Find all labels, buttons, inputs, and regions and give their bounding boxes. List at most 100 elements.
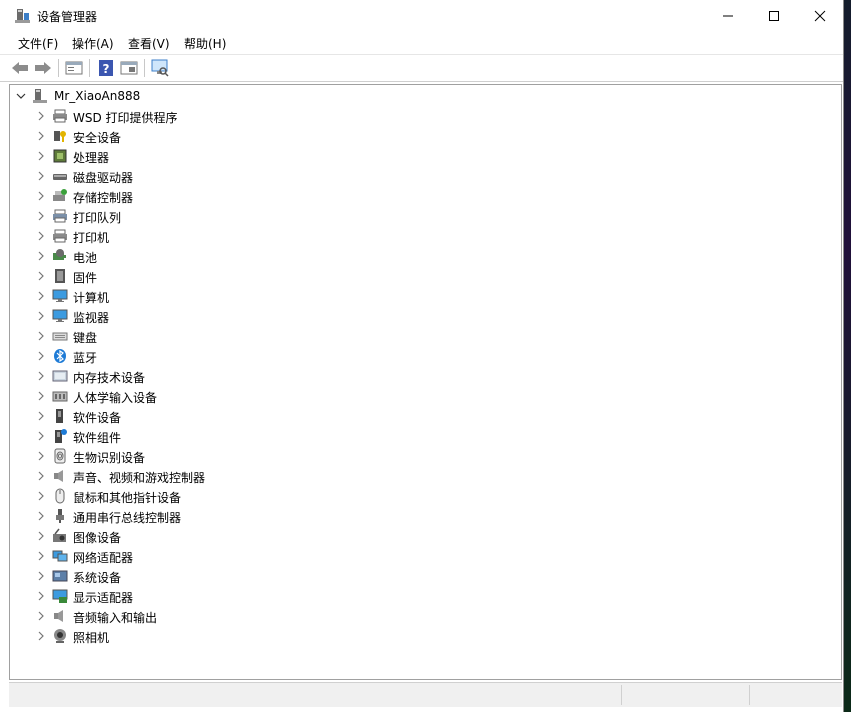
software-device-icon (56, 409, 63, 423)
chevron-right-icon[interactable] (35, 550, 47, 562)
chevron-right-icon[interactable] (35, 350, 47, 362)
processor-icon (53, 149, 67, 163)
chevron-right-icon[interactable] (35, 130, 47, 142)
chevron-right-icon[interactable] (35, 570, 47, 582)
tree-node-imaging-device[interactable]: 图像设备 (10, 526, 841, 546)
tree-node-label: 鼠标和其他指针设备 (73, 491, 182, 505)
back-arrow-icon (12, 62, 28, 74)
help-button[interactable]: ? (96, 58, 116, 78)
chevron-right-icon[interactable] (35, 210, 47, 222)
tree-node-label: 软件组件 (73, 431, 122, 445)
tree-node-label: 打印机 (73, 231, 110, 245)
chevron-right-icon[interactable] (35, 390, 47, 402)
tree-node-label: 内存技术设备 (73, 371, 146, 385)
menu-view[interactable]: 查看(V) (128, 35, 170, 52)
tree-node-hid[interactable]: 人体学输入设备 (10, 386, 841, 406)
network-adapter-icon (52, 550, 68, 562)
tree-node-speaker[interactable]: 声音、视频和游戏控制器 (10, 466, 841, 486)
tree-node-label: 蓝牙 (73, 351, 98, 365)
tree-node-label: 固件 (73, 271, 98, 285)
chevron-right-icon[interactable] (35, 110, 47, 122)
maximize-button[interactable] (751, 0, 797, 31)
tree-node-label: 磁盘驱动器 (73, 171, 134, 185)
chevron-right-icon[interactable] (35, 510, 47, 522)
chevron-right-icon[interactable] (35, 230, 47, 242)
tree-node-memory[interactable]: 内存技术设备 (10, 366, 841, 386)
maximize-icon (769, 10, 779, 21)
close-button[interactable] (797, 0, 843, 31)
tree-node-system-device[interactable]: 系统设备 (10, 566, 841, 586)
tree-node-keyboard[interactable]: 键盘 (10, 326, 841, 346)
printer-icon (53, 109, 67, 123)
audio-io-icon (54, 610, 63, 622)
tree-node-network-adapter[interactable]: 网络适配器 (10, 546, 841, 566)
tree-node-camera[interactable]: 照相机 (10, 626, 841, 646)
title-bar[interactable]: 设备管理器 (0, 0, 843, 31)
device-tree[interactable]: Mr_XiaoAn888 WSD 打印提供程序 安全设备 处理器磁盘驱动器存储控制器… (9, 84, 842, 680)
firmware-icon (55, 269, 65, 283)
tree-node-computer[interactable]: 计算机 (10, 286, 841, 306)
tree-node-printer[interactable]: 打印机 (10, 226, 841, 246)
tree-node-security-key[interactable]: 安全设备 (10, 126, 841, 146)
chevron-right-icon[interactable] (35, 170, 47, 182)
chevron-right-icon[interactable] (35, 630, 47, 642)
minimize-button[interactable] (705, 0, 751, 31)
chevron-right-icon[interactable] (35, 590, 47, 602)
fingerprint-icon (54, 448, 66, 464)
tree-node-label: 系统设备 (73, 571, 122, 585)
tree-node-display-adapter[interactable]: 显示适配器 (10, 586, 841, 606)
status-pane-2 (749, 685, 750, 705)
tree-node-label: 监视器 (73, 311, 110, 325)
computer-tower-icon (33, 89, 47, 103)
chevron-right-icon[interactable] (35, 490, 47, 502)
chevron-right-icon[interactable] (35, 410, 47, 422)
tree-node-label: 电池 (73, 251, 98, 265)
tree-node-audio-io[interactable]: 音频输入和输出 (10, 606, 841, 626)
chevron-right-icon[interactable] (35, 450, 47, 462)
chevron-right-icon[interactable] (35, 250, 47, 262)
chevron-right-icon[interactable] (35, 330, 47, 342)
tree-node-mouse[interactable]: 鼠标和其他指针设备 (10, 486, 841, 506)
tree-node-label: 存储控制器 (73, 191, 134, 205)
menu-help[interactable]: 帮助(H) (184, 35, 226, 52)
tree-node-usb[interactable]: 通用串行总线控制器 (10, 506, 841, 526)
properties-icon (65, 61, 83, 75)
tree-node-processor[interactable]: 处理器 (10, 146, 841, 166)
chevron-right-icon[interactable] (35, 470, 47, 482)
tree-node-software-device[interactable]: 软件设备 (10, 406, 841, 426)
tree-root[interactable]: Mr_XiaoAn888 (10, 86, 841, 106)
help-icon: ? (99, 60, 113, 76)
scan-hardware-button[interactable] (150, 58, 170, 78)
menu-file[interactable]: 文件(F) (18, 35, 58, 52)
tree-node-print-queue[interactable]: 打印队列 (10, 206, 841, 226)
tree-node-fingerprint[interactable]: 生物识别设备 (10, 446, 841, 466)
tree-node-storage-controller[interactable]: 存储控制器 (10, 186, 841, 206)
chevron-right-icon[interactable] (35, 270, 47, 282)
hid-icon (52, 391, 68, 402)
tree-node-bluetooth[interactable]: 蓝牙 (10, 346, 841, 366)
tree-node-monitor[interactable]: 监视器 (10, 306, 841, 326)
tree-node-battery[interactable]: 电池 (10, 246, 841, 266)
tree-node-label: 显示适配器 (73, 591, 134, 605)
tree-node-label: 音频输入和输出 (73, 611, 158, 625)
tree-node-label: 图像设备 (73, 531, 122, 545)
chevron-right-icon[interactable] (35, 150, 47, 162)
chevron-right-icon[interactable] (35, 370, 47, 382)
chevron-down-icon[interactable] (15, 90, 27, 102)
chevron-right-icon[interactable] (35, 190, 47, 202)
tree-node-label: 通用串行总线控制器 (73, 511, 182, 525)
chevron-right-icon[interactable] (35, 610, 47, 622)
menu-action[interactable]: 操作(A) (72, 35, 114, 52)
chevron-right-icon[interactable] (35, 290, 47, 302)
back-button[interactable] (10, 58, 30, 78)
forward-button[interactable] (33, 58, 53, 78)
update-driver-button[interactable] (119, 58, 139, 78)
tree-node-software-component[interactable]: 软件组件 (10, 426, 841, 446)
tree-node-disk-drive[interactable]: 磁盘驱动器 (10, 166, 841, 186)
tree-node-firmware[interactable]: 固件 (10, 266, 841, 286)
chevron-right-icon[interactable] (35, 310, 47, 322)
tree-node-printer[interactable]: WSD 打印提供程序 (10, 106, 841, 126)
chevron-right-icon[interactable] (35, 430, 47, 442)
chevron-right-icon[interactable] (35, 530, 47, 542)
properties-button[interactable] (64, 58, 84, 78)
